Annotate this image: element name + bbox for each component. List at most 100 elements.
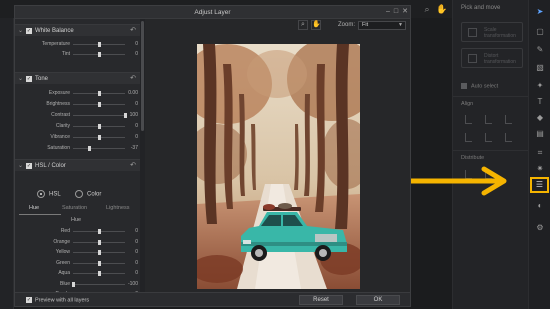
eraser-tool-icon[interactable]: ▧ bbox=[534, 62, 546, 74]
close-icon[interactable]: ✕ bbox=[401, 8, 409, 16]
reset-section-icon[interactable]: ↶ bbox=[130, 161, 136, 169]
dialog-title: Adjust Layer bbox=[194, 9, 231, 16]
align-top-icon[interactable] bbox=[465, 133, 472, 142]
align-right-icon[interactable] bbox=[505, 115, 512, 124]
white-balance-label: White Balance bbox=[35, 28, 74, 34]
slider-track[interactable] bbox=[73, 113, 127, 118]
zoom-label: Zoom: bbox=[338, 22, 356, 28]
hand-icon[interactable]: ✋ bbox=[311, 20, 321, 30]
slider-track[interactable] bbox=[73, 135, 125, 140]
slider-handle[interactable] bbox=[98, 250, 101, 255]
slider-handle[interactable] bbox=[88, 146, 92, 151]
slider-track[interactable] bbox=[73, 229, 125, 234]
slider-track[interactable] bbox=[73, 102, 125, 107]
slider-handle[interactable] bbox=[98, 124, 101, 129]
align-center-icon[interactable] bbox=[485, 115, 492, 124]
slider-track[interactable] bbox=[73, 146, 125, 151]
slider-label: Orange bbox=[53, 238, 70, 245]
search-icon[interactable]: ⌕ bbox=[421, 3, 433, 15]
slider-row: Temperature 0 bbox=[15, 40, 140, 49]
slider-track[interactable] bbox=[73, 250, 125, 255]
white-balance-header[interactable]: ⌄ ✓ White Balance ↶ bbox=[15, 24, 140, 36]
slider-row: Yellow 0 bbox=[15, 248, 140, 257]
slider-track[interactable] bbox=[73, 239, 125, 245]
clone-tool-icon[interactable]: ✦ bbox=[534, 80, 546, 92]
tab-hue[interactable]: Hue bbox=[29, 205, 39, 211]
slider-label: Yellow bbox=[55, 249, 70, 255]
align-left-icon[interactable] bbox=[465, 115, 472, 124]
white-balance-checkbox[interactable]: ✓ bbox=[26, 28, 32, 34]
reset-section-icon[interactable]: ↶ bbox=[130, 26, 136, 34]
slider-track[interactable] bbox=[73, 42, 125, 47]
slider-handle[interactable] bbox=[98, 135, 101, 140]
slider-label: Brightness bbox=[46, 101, 70, 107]
selection-tool-icon[interactable]: ▢ bbox=[534, 26, 546, 38]
move-tool-icon[interactable]: ➤ bbox=[534, 6, 546, 18]
slider-handle[interactable] bbox=[98, 260, 101, 266]
slider-handle[interactable] bbox=[98, 42, 101, 47]
color-mode-label: Color bbox=[87, 191, 102, 198]
fill-tool-icon[interactable]: ◆ bbox=[534, 112, 546, 124]
chevron-down-icon: ▼ bbox=[398, 22, 403, 28]
slider-label: Red bbox=[60, 228, 70, 234]
chevron-down-icon[interactable]: ⌄ bbox=[18, 27, 23, 34]
hsl-mode-radio[interactable]: HSL bbox=[37, 190, 61, 198]
tone-checkbox[interactable]: ✓ bbox=[26, 76, 32, 82]
dialog-bottom-bar: ✓ Preview with all layers Reset OK bbox=[15, 292, 410, 306]
effects-tool-icon[interactable]: ◐ bbox=[534, 200, 546, 212]
tab-saturation[interactable]: Saturation bbox=[62, 205, 87, 211]
gradient-tool-icon[interactable]: ▤ bbox=[534, 128, 546, 140]
text-tool-icon[interactable]: T bbox=[534, 96, 546, 108]
align-heading: Align bbox=[461, 101, 474, 107]
color-mode-radio[interactable]: Color bbox=[75, 190, 101, 198]
distort-transform-button[interactable]: Distort transformation bbox=[461, 48, 523, 68]
adjust-layer-icon[interactable]: ☰ bbox=[530, 177, 549, 193]
crop-tool-icon[interactable]: ⌗ bbox=[534, 147, 546, 159]
magic-wand-icon[interactable]: ✷ bbox=[534, 163, 546, 175]
slider-row: Contrast 100 bbox=[15, 111, 140, 120]
slider-value: 0.00 bbox=[128, 90, 138, 96]
slider-handle[interactable] bbox=[98, 271, 101, 276]
zoom-select[interactable]: Fit ▼ bbox=[358, 21, 406, 30]
align-middle-icon[interactable] bbox=[485, 133, 492, 142]
hsl-checkbox[interactable]: ✓ bbox=[26, 163, 32, 169]
settings-icon[interactable]: ⚙ bbox=[534, 222, 546, 234]
slider-track[interactable] bbox=[72, 281, 125, 287]
slider-track[interactable] bbox=[73, 260, 125, 266]
slider-label: Aqua bbox=[58, 270, 70, 276]
auto-select-checkbox[interactable]: Auto select bbox=[461, 83, 498, 89]
slider-row: Orange 0 bbox=[15, 238, 140, 247]
reset-button[interactable]: Reset bbox=[299, 295, 343, 305]
preview-all-layers-checkbox[interactable]: ✓ Preview with all layers bbox=[26, 297, 89, 303]
ok-button[interactable]: OK bbox=[356, 295, 400, 305]
magnifier-icon[interactable]: ⌕ bbox=[298, 20, 308, 30]
align-bottom-icon[interactable] bbox=[505, 133, 512, 142]
slider-handle[interactable] bbox=[98, 52, 101, 57]
slider-handle[interactable] bbox=[98, 91, 101, 96]
scale-transform-button[interactable]: Scale transformation bbox=[461, 22, 523, 42]
restore-icon[interactable]: □ bbox=[392, 8, 400, 16]
slider-track[interactable] bbox=[73, 52, 125, 57]
slider-handle[interactable] bbox=[98, 239, 101, 245]
minimize-icon[interactable]: – bbox=[384, 8, 392, 16]
hsl-mode-label: HSL bbox=[49, 191, 61, 198]
hand-icon[interactable]: ✋ bbox=[436, 3, 448, 15]
slider-handle[interactable] bbox=[98, 229, 101, 234]
slider-track[interactable] bbox=[73, 124, 125, 129]
chevron-down-icon[interactable]: ⌄ bbox=[18, 75, 23, 82]
scrollbar-thumb[interactable] bbox=[141, 21, 144, 131]
hsl-header[interactable]: ⌄ ✓ HSL / Color ↶ bbox=[15, 159, 140, 171]
tone-header[interactable]: ⌄ ✓ Tone ↶ bbox=[15, 72, 140, 84]
slider-handle[interactable] bbox=[98, 102, 101, 107]
tab-lightness[interactable]: Lightness bbox=[106, 205, 130, 211]
slider-row: Aqua 0 bbox=[15, 269, 140, 278]
slider-label: Exposure bbox=[48, 90, 70, 96]
reset-section-icon[interactable]: ↶ bbox=[130, 74, 136, 82]
slider-handle[interactable] bbox=[72, 281, 75, 287]
chevron-down-icon[interactable]: ⌄ bbox=[18, 162, 23, 169]
brush-tool-icon[interactable]: ✎ bbox=[534, 44, 546, 56]
slider-track[interactable] bbox=[73, 271, 125, 276]
slider-value: 0 bbox=[135, 51, 138, 57]
slider-track[interactable] bbox=[73, 91, 125, 96]
slider-label: Saturation bbox=[47, 145, 70, 151]
